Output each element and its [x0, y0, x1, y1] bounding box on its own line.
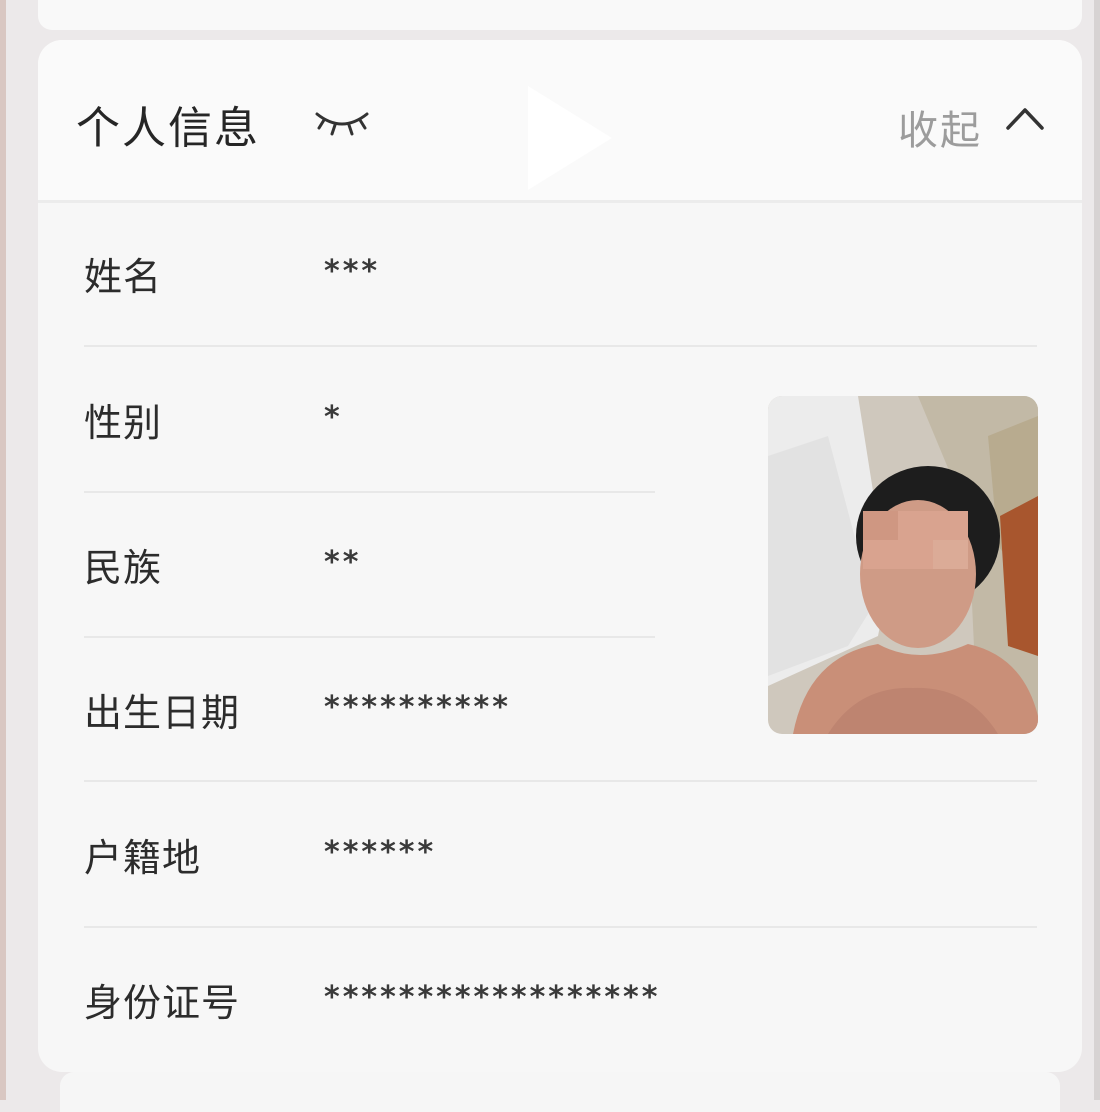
divider: [84, 636, 655, 638]
divider: [84, 491, 655, 493]
id-number-value: ******************: [324, 980, 661, 1015]
collapse-button[interactable]: 收起: [898, 98, 982, 156]
personal-info-card: 个人信息 收起 姓名 *** 性别 * 民族 ** 出生日期 *********…: [38, 40, 1082, 1072]
household-registration-label: 户籍地: [84, 836, 202, 880]
left-edge: [0, 0, 6, 1100]
name-value: ***: [324, 254, 381, 289]
eye-closed-icon[interactable]: [314, 106, 370, 138]
ethnicity-value: **: [324, 545, 362, 580]
section-title: 个人信息: [76, 103, 260, 154]
chevron-up-icon[interactable]: [1004, 104, 1046, 134]
next-card: [60, 1072, 1060, 1112]
divider: [84, 926, 1037, 928]
play-icon[interactable]: [528, 86, 628, 196]
id-photo: [768, 396, 1038, 734]
household-registration-value: ******: [324, 835, 437, 870]
previous-card: [38, 0, 1082, 30]
ethnicity-label: 民族: [84, 546, 163, 590]
gender-label: 性别: [84, 401, 163, 445]
birth-date-label: 出生日期: [84, 691, 241, 735]
card-header: 个人信息 收起: [38, 40, 1082, 203]
birth-date-value: **********: [324, 690, 511, 725]
name-label: 姓名: [84, 255, 163, 299]
id-number-label: 身份证号: [84, 981, 241, 1025]
right-edge: [1094, 0, 1100, 1100]
divider: [84, 345, 1037, 347]
gender-value: *: [324, 400, 343, 435]
divider: [84, 780, 1037, 782]
